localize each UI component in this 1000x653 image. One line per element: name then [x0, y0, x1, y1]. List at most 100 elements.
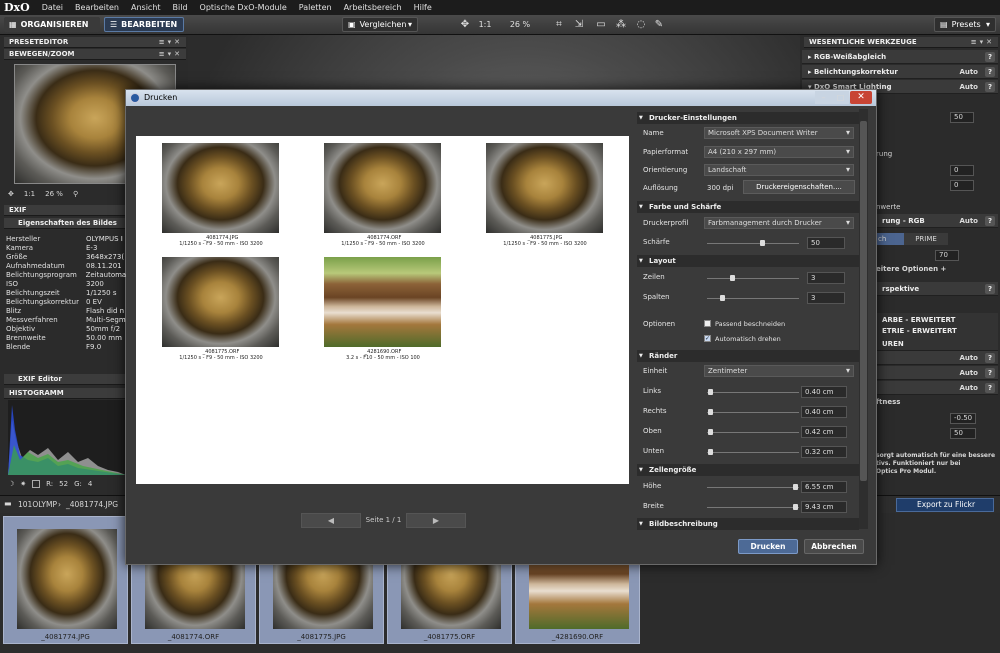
tool-rgb[interactable]: rung - RGB Auto?	[876, 214, 998, 228]
zoom-dropdown[interactable]: 26 %	[500, 18, 540, 31]
left-margin-slider[interactable]	[707, 389, 799, 395]
value-field[interactable]: 50	[950, 428, 976, 439]
value-field[interactable]: 70	[935, 250, 959, 261]
more-options-link[interactable]: eitere Optionen +	[876, 265, 946, 273]
preset-editor-header[interactable]: PRESETEDITOR ≡▾✕	[4, 37, 186, 48]
menu-optische-module[interactable]: Optische DxO-Module	[194, 3, 293, 12]
maximize-icon[interactable]: □	[832, 91, 849, 104]
settings-scrollbar[interactable]	[859, 109, 868, 529]
section-color-sharpness[interactable]: Farbe und Schärfe	[637, 201, 859, 213]
panel-controls-icon[interactable]: ≡▾✕	[159, 37, 183, 48]
cancel-button[interactable]: Abbrechen	[804, 539, 864, 554]
menu-bild[interactable]: Bild	[167, 3, 194, 12]
slider-knob[interactable]	[708, 429, 713, 435]
move-icon[interactable]: ✥	[458, 18, 472, 31]
image-properties-header[interactable]: Eigenschaften des Bildes	[4, 218, 126, 229]
sharpness-value[interactable]: 50	[807, 237, 845, 249]
exif-editor-header[interactable]: EXIF Editor	[4, 374, 126, 385]
slider-knob[interactable]	[760, 240, 765, 246]
next-page-button[interactable]: ▶	[406, 512, 466, 528]
cell-width-value[interactable]: 9.43 cm	[801, 501, 847, 513]
columns-slider[interactable]	[707, 295, 799, 301]
panel-controls-icon[interactable]: ≡▾✕	[971, 37, 995, 48]
dialog-titlebar[interactable]: Drucken	[126, 90, 876, 106]
edit-tab[interactable]: ☰ BEARBEITEN	[104, 17, 184, 32]
presets-dropdown[interactable]: ▤ Presets ▾	[934, 17, 996, 32]
rows-value[interactable]: 3	[807, 272, 845, 284]
slider-knob[interactable]	[708, 389, 713, 395]
zoom-1-1-button[interactable]: 1:1	[478, 18, 492, 31]
section-image-caption[interactable]: Bildbeschreibung	[637, 518, 859, 530]
tool-exposure[interactable]: ▸ Belichtungskorrektur Auto?	[802, 65, 998, 79]
right-margin-slider[interactable]	[707, 409, 799, 415]
left-margin-value[interactable]: 0.40 cm	[801, 386, 847, 398]
crop-icon[interactable]: ⌗	[552, 18, 566, 31]
bottom-margin-value[interactable]: 0.32 cm	[801, 446, 847, 458]
section-printer-settings[interactable]: Drucker-Einstellungen	[637, 112, 859, 124]
printer-properties-button[interactable]: Druckereigenschaften....	[743, 180, 855, 194]
paper-format-select[interactable]: A4 (210 x 297 mm)	[704, 146, 854, 158]
exif-header[interactable]: EXIF	[4, 205, 126, 216]
tab-prime[interactable]: PRIME	[904, 233, 948, 245]
help-icon[interactable]: ?	[985, 383, 995, 393]
slider-knob[interactable]	[708, 449, 713, 455]
right-margin-value[interactable]: 0.40 cm	[801, 406, 847, 418]
sun-icon[interactable]: ✷	[20, 480, 26, 488]
prev-page-button[interactable]: ◀	[301, 512, 361, 528]
organize-tab[interactable]: ▦ ORGANISIEREN	[4, 17, 100, 32]
section-margins[interactable]: Ränder	[637, 350, 859, 362]
magnifier-icon[interactable]: ⚲	[73, 190, 78, 198]
value-field[interactable]: -0.50	[950, 413, 976, 424]
help-icon[interactable]: ?	[985, 216, 995, 226]
lasso-icon[interactable]: ◌	[634, 18, 648, 31]
slider-knob[interactable]	[708, 409, 713, 415]
menu-ansicht[interactable]: Ansicht	[125, 3, 167, 12]
tool-auto-2[interactable]: Auto?	[876, 366, 998, 380]
horizon-icon[interactable]: ⇲	[572, 18, 586, 31]
compare-dropdown[interactable]: ▣ Vergleichen ▾	[342, 17, 418, 32]
sharpness-slider[interactable]	[707, 240, 799, 246]
tool-auto-3[interactable]: Auto?	[876, 381, 998, 395]
cell-height-value[interactable]: 6.55 cm	[801, 481, 847, 493]
slider-knob[interactable]	[730, 275, 735, 281]
scrollbar-thumb[interactable]	[860, 121, 867, 481]
section-fixtures[interactable]: UREN	[876, 337, 998, 351]
menu-bearbeiten[interactable]: Bearbeiten	[69, 3, 125, 12]
value-field[interactable]: 50	[950, 112, 974, 123]
move-zoom-header[interactable]: BEWEGEN/ZOOM ≡▾✕	[4, 49, 186, 60]
help-icon[interactable]: ?	[985, 67, 995, 77]
essential-tools-header[interactable]: WESENTLICHE WERKZEUGE ≡▾✕	[804, 37, 998, 48]
white-balance-icon[interactable]: ▭	[594, 18, 608, 31]
histogram-header[interactable]: HISTOGRAMM	[4, 388, 126, 399]
eyedropper-icon[interactable]: ✎	[652, 18, 666, 31]
print-button[interactable]: Drucken	[738, 539, 798, 554]
tab-ch[interactable]: ch	[876, 233, 904, 245]
filmstrip-thumb[interactable]: _4081774.JPG	[3, 516, 128, 644]
help-icon[interactable]: ?	[985, 284, 995, 294]
tool-auto-1[interactable]: Auto?	[876, 351, 998, 365]
cell-height-slider[interactable]	[707, 484, 799, 490]
close-icon[interactable]: ✕	[850, 91, 872, 104]
tool-perspective[interactable]: rspektive?	[876, 282, 998, 296]
columns-value[interactable]: 3	[807, 292, 845, 304]
minimize-icon[interactable]: –	[815, 91, 832, 104]
rotate-checkbox[interactable]: ✓	[704, 335, 711, 342]
top-margin-slider[interactable]	[707, 429, 799, 435]
panel-controls-icon[interactable]: ≡▾✕	[159, 49, 183, 60]
help-icon[interactable]: ?	[985, 82, 995, 92]
orientation-select[interactable]: Landschaft	[704, 164, 854, 176]
help-icon[interactable]: ?	[985, 52, 995, 62]
menu-arbeitsbereich[interactable]: Arbeitsbereich	[338, 3, 408, 12]
section-cell-size[interactable]: Zellengröße	[637, 464, 859, 476]
crop-checkbox[interactable]	[704, 320, 711, 327]
help-icon[interactable]: ?	[985, 368, 995, 378]
export-flickr-button[interactable]: Export zu Flickr	[896, 498, 994, 512]
rows-slider[interactable]	[707, 275, 799, 281]
menu-paletten[interactable]: Paletten	[293, 3, 338, 12]
moon-icon[interactable]: ☽	[8, 480, 14, 488]
move-icon[interactable]: ✥	[8, 190, 14, 198]
menu-hilfe[interactable]: Hilfe	[408, 3, 438, 12]
value-field[interactable]: 0	[950, 180, 974, 191]
slider-knob[interactable]	[720, 295, 725, 301]
top-margin-value[interactable]: 0.42 cm	[801, 426, 847, 438]
